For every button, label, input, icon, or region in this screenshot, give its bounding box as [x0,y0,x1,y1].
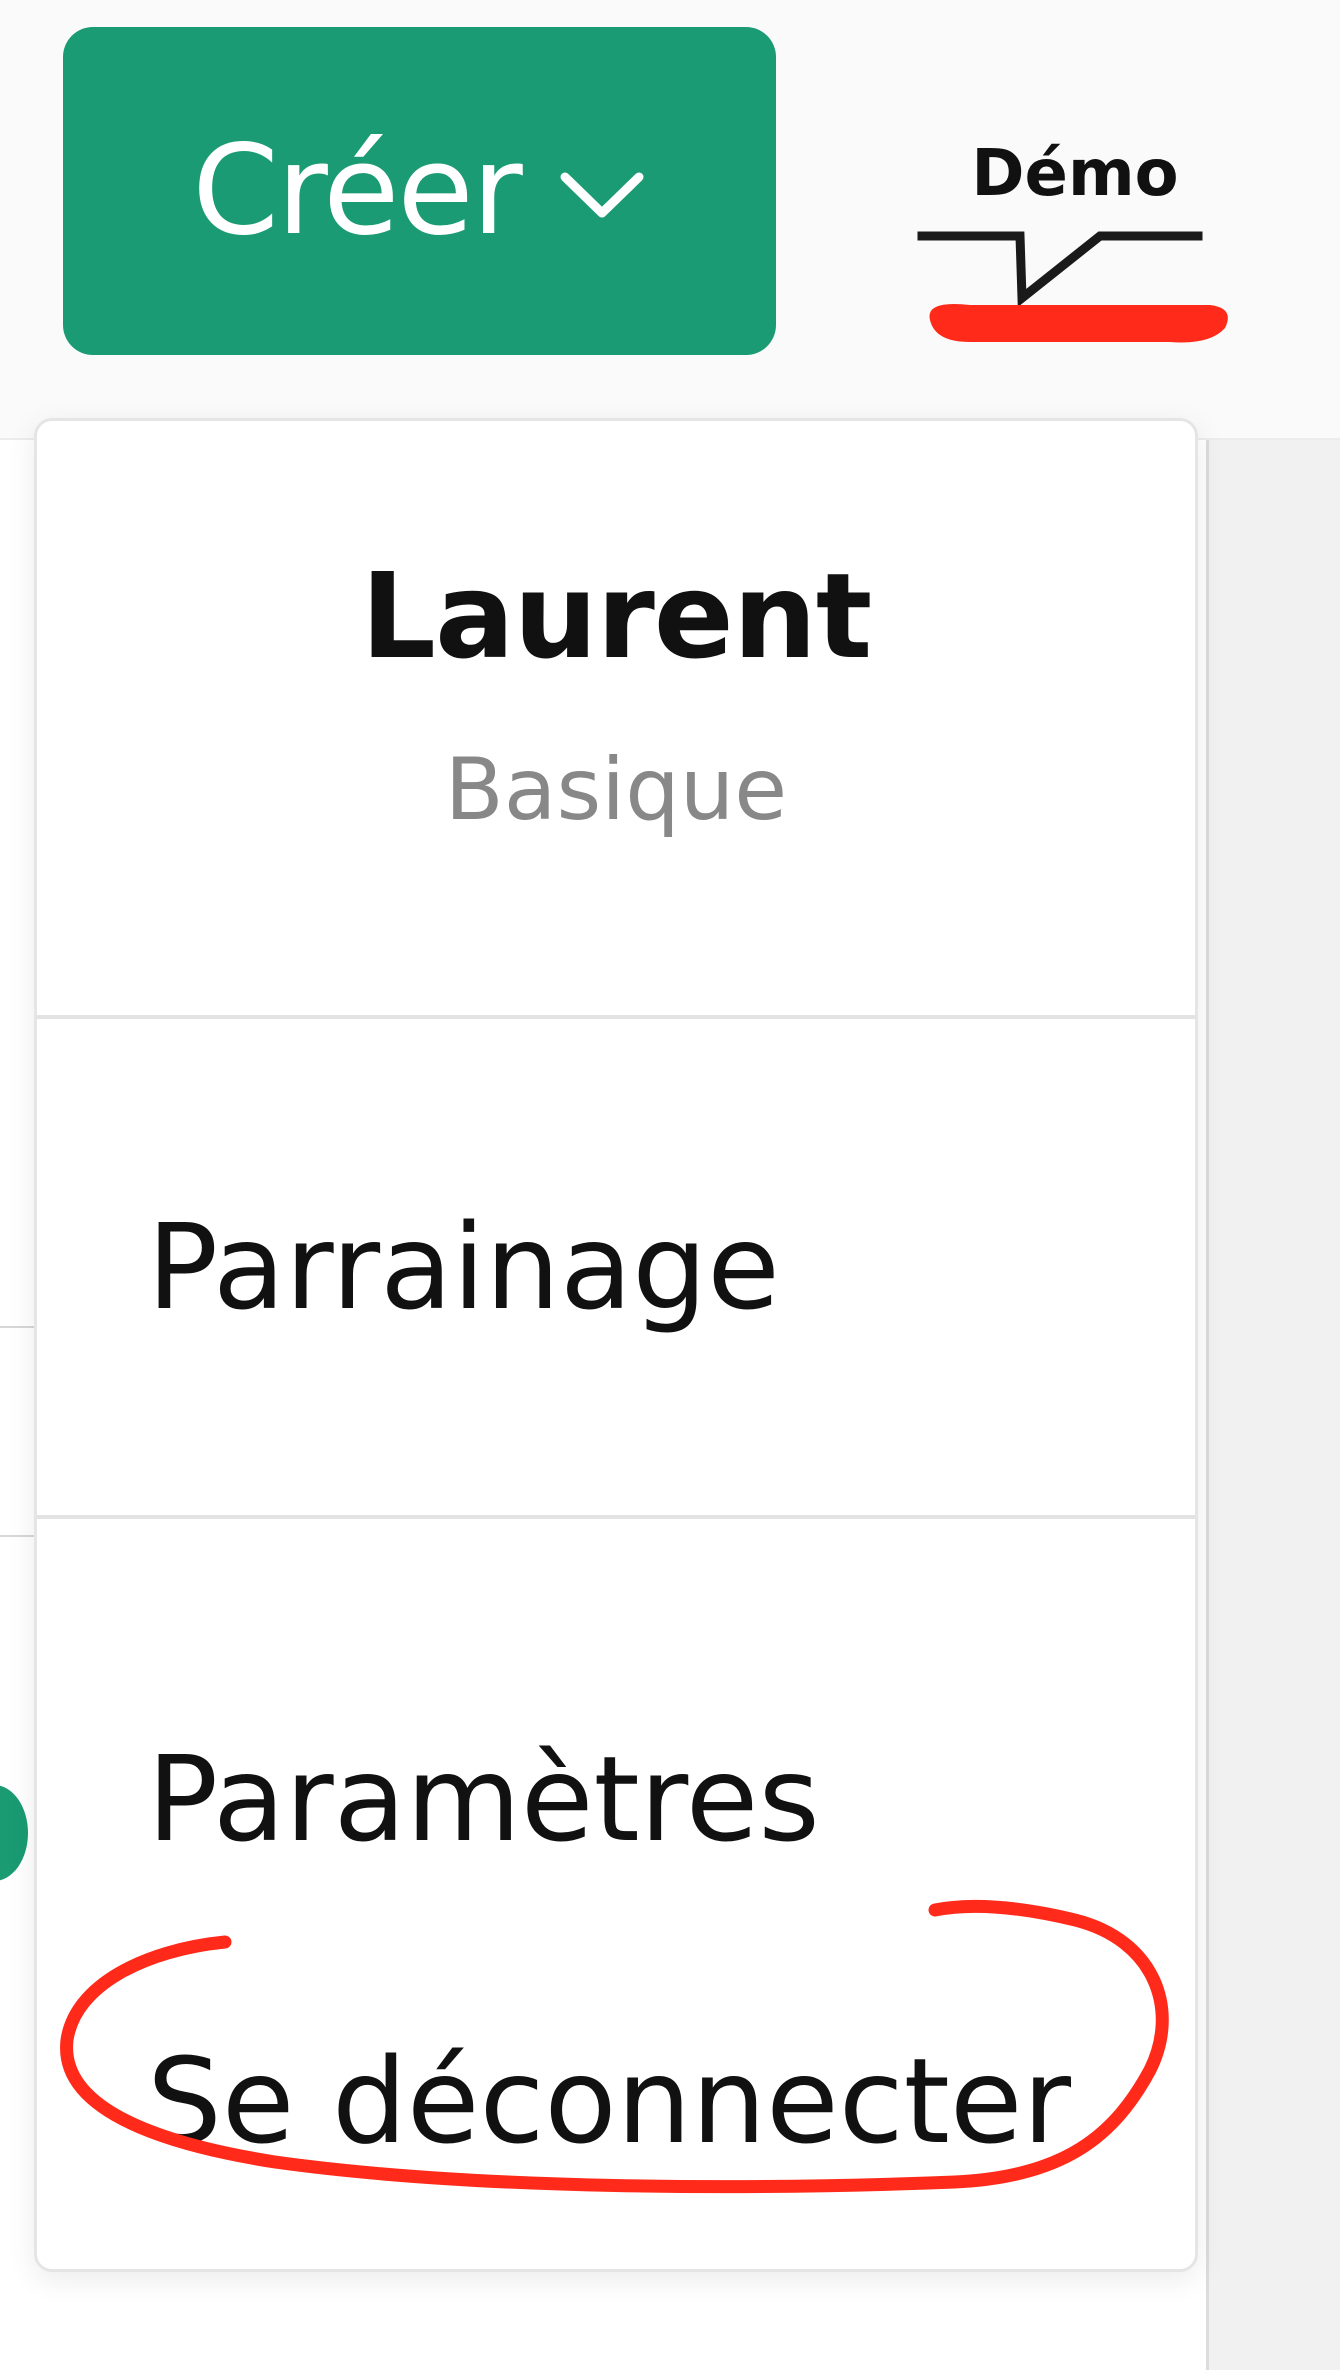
demo-logo[interactable]: Démo [910,130,1240,370]
menu-item-logout[interactable]: Se déconnecter [37,2021,1195,2181]
menu-item-referral[interactable]: Parrainage [37,1019,1195,1519]
menu-item-settings[interactable]: Paramètres [37,1719,1195,1879]
red-underline-annotation [929,304,1228,343]
user-name: Laurent [360,547,872,685]
user-info: Laurent Basique [37,421,1195,1019]
user-plan: Basique [444,740,788,840]
user-dropdown-menu: Laurent Basique Parrainage Paramètres Se… [34,418,1198,2272]
create-button[interactable]: Créer [63,27,776,355]
logo-mark-icon [917,231,1228,343]
create-button-label: Créer [192,119,522,263]
chevron-down-icon [557,165,647,225]
